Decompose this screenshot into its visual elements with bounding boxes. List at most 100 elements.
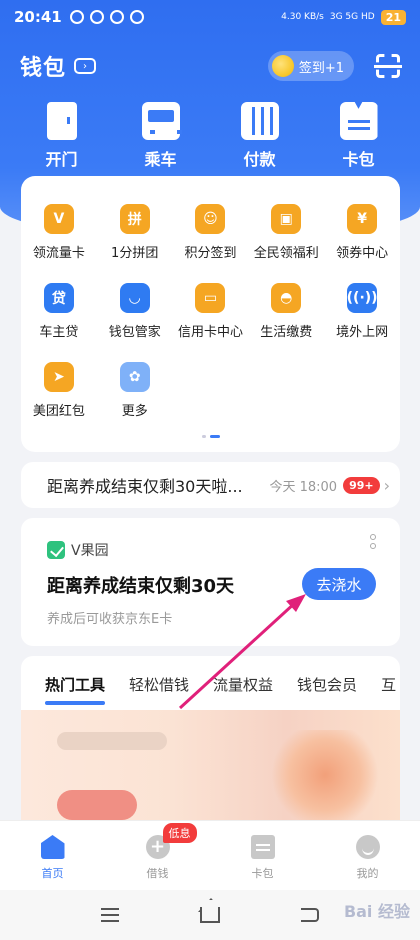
quick-action-pay[interactable]: 付款: [220, 102, 300, 170]
chevron-right-icon[interactable]: ›: [74, 58, 97, 74]
service-label: 积分签到: [184, 246, 237, 261]
signin-label: 签到+1: [298, 60, 344, 76]
nav-item-0[interactable]: 首页: [18, 835, 88, 890]
tools-section: 热门工具 轻松借钱 流量权益 钱包会员互: [21, 656, 400, 846]
coupon-icon: ¥: [347, 204, 378, 234]
nav-item-2[interactable]: 卡包: [228, 835, 298, 890]
chevron-right-icon: ›: [383, 475, 390, 495]
service-label: 全民领福利: [253, 246, 319, 261]
butler-icon: ◡: [119, 283, 150, 313]
banner-blur-text: [57, 732, 167, 750]
service-item[interactable]: ➤ 美团红包: [21, 362, 97, 419]
home-icon: [40, 835, 65, 859]
back-icon[interactable]: [301, 908, 320, 922]
quick-action-label: 付款: [243, 150, 276, 169]
orchard-logo-icon: [47, 541, 65, 559]
banner-blur-button: [57, 790, 137, 820]
more-options-icon[interactable]: [370, 534, 376, 549]
signal-indicator: 3G 5G HD: [329, 12, 375, 22]
page-title: 钱包: [20, 56, 67, 81]
service-item[interactable]: 贷车主贷: [21, 283, 97, 340]
barcode-icon: [240, 102, 279, 140]
status-right: 4.30 KB/s 3G 5G HD 21: [281, 9, 406, 25]
service-item[interactable]: ◡ 钱包管家: [97, 283, 173, 340]
nav-label: 我的: [356, 867, 379, 880]
roaming-icon: ((·)): [347, 283, 378, 313]
watermark: Bai 经验: [343, 902, 410, 921]
service-item[interactable]: 拼 1分拼团: [97, 204, 173, 261]
quick-action-label: 开门: [45, 150, 78, 169]
page-dot-active: [209, 435, 220, 438]
menu-icon[interactable]: [100, 908, 119, 922]
notice-text: 距离养成结束仅剩30天啦...: [47, 477, 243, 496]
bottom-nav: 首页 借钱 低息卡包 我的: [0, 820, 420, 890]
page-dot: [201, 435, 206, 438]
service-label: 信用卡中心: [177, 325, 243, 340]
quick-action-card-holder[interactable]: 卡包: [319, 102, 399, 170]
orchard-subtitle: 养成后可收获京东E卡: [47, 612, 173, 627]
service-item[interactable]: ✿ 更多: [97, 362, 173, 419]
wallet-header: 钱包 › 签到+1: [20, 48, 402, 84]
wallet-icon: [250, 835, 275, 859]
unread-badge: 99+: [343, 476, 380, 494]
service-item[interactable]: ¥ 领券中心: [324, 204, 400, 261]
tab-4[interactable]: 互: [381, 674, 396, 705]
service-label: 1分拼团: [111, 246, 159, 261]
water-button[interactable]: 去浇水: [302, 568, 376, 600]
nav-item-1[interactable]: 借钱 低息: [123, 823, 197, 890]
net-speed: 4.30 KB/s: [281, 12, 324, 22]
notification-icons: [69, 10, 144, 24]
coin-icon: [271, 55, 294, 77]
credit-card-icon: ▭: [195, 283, 226, 313]
tab-2[interactable]: 流量权益: [213, 674, 273, 705]
service-item[interactable]: ((·)) 境外上网: [324, 283, 400, 340]
service-item[interactable]: ▣ 全民领福利: [248, 204, 324, 261]
battery-indicator: 21: [380, 9, 406, 25]
nav-label: 首页: [41, 867, 64, 880]
quick-action-label: 乘车: [144, 150, 177, 169]
card-holder-icon: [339, 102, 378, 140]
services-card: V 领流量卡 拼 1分拼团 ☺ 积分签到 ▣ 全民领福利 ¥ 领券中心贷车主贷 ◡ 钱包管家 ▭ 信用卡中…: [21, 176, 400, 452]
quick-action-ride[interactable]: 乘车: [121, 102, 201, 170]
signin-button[interactable]: 签到+1: [267, 51, 354, 81]
notification-icon: [109, 10, 124, 24]
tab-0[interactable]: 热门工具: [45, 674, 106, 705]
quick-action-open-door[interactable]: 开门: [22, 102, 102, 170]
v-card-icon: V: [43, 204, 74, 234]
home-button-icon[interactable]: [199, 907, 220, 923]
bus-icon: [141, 102, 182, 140]
service-item[interactable]: ☺ 积分签到: [173, 204, 249, 261]
page-indicator: [21, 435, 400, 438]
nav-label: 卡包: [251, 867, 274, 880]
scan-icon[interactable]: [374, 54, 402, 78]
tools-tabs: 热门工具 轻松借钱 流量权益 钱包会员互: [21, 656, 400, 705]
orchard-card[interactable]: V果园 距离养成结束仅剩30天 养成后可收获京东E卡 去浇水: [21, 518, 400, 646]
car-loan-icon: 贷: [43, 283, 74, 313]
gift-icon: ▣: [271, 204, 302, 234]
door-icon: [46, 102, 77, 140]
group-buy-icon: 拼: [119, 204, 150, 234]
nav-item-3[interactable]: 我的: [333, 835, 403, 890]
service-label: 领券中心: [336, 246, 389, 261]
quick-actions: 开门 乘车 付款 卡包: [0, 102, 420, 170]
service-label: 更多: [121, 404, 148, 419]
notice-bar[interactable]: 距离养成结束仅剩30天啦... 今天 18:00 99+ ›: [21, 462, 400, 508]
orchard-brand-label: V果园: [71, 543, 109, 559]
orchard-brand: V果园: [47, 540, 374, 560]
more-grid-icon: ✿: [119, 362, 150, 392]
tab-3[interactable]: 钱包会员: [297, 674, 357, 705]
service-item[interactable]: ◓ 生活缴费: [248, 283, 324, 340]
meituan-icon: ➤: [43, 362, 74, 392]
service-item[interactable]: V 领流量卡: [21, 204, 97, 261]
quick-action-label: 卡包: [342, 150, 375, 169]
banner-blur-image: [270, 730, 380, 820]
message-icon: [129, 10, 144, 24]
service-label: 钱包管家: [108, 325, 161, 340]
tab-1[interactable]: 轻松借钱: [129, 674, 189, 705]
service-item[interactable]: ▭ 信用卡中心: [173, 283, 249, 340]
notification-icon: [89, 10, 104, 24]
service-label: 境外上网: [336, 325, 389, 340]
notification-icon: [69, 10, 84, 24]
service-label: 生活缴费: [260, 325, 313, 340]
service-label: 车主贷: [39, 325, 79, 340]
